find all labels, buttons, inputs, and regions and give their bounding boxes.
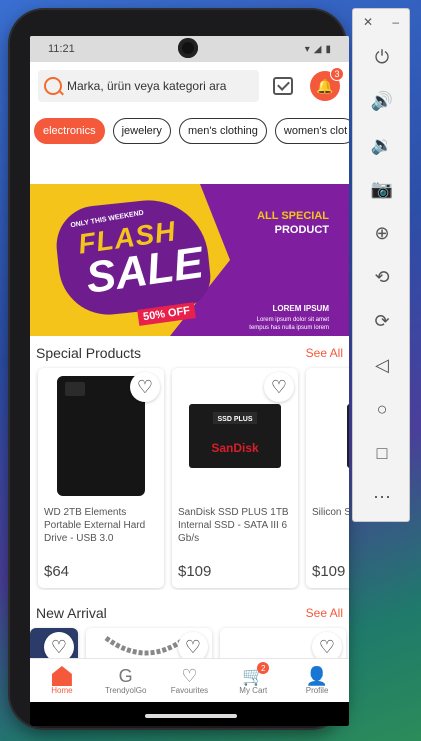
home-icon [51, 666, 72, 686]
nav-label: Favourites [170, 686, 209, 695]
camera-cutout [178, 38, 198, 58]
toolbar-window-controls: ✕ – [353, 9, 409, 35]
svg-text:SSD PLUS: SSD PLUS [217, 416, 252, 423]
more-icon[interactable]: ⋯ [353, 475, 411, 519]
status-bar: 11:21 ▾ ◢ ▮ [30, 36, 349, 62]
new-arrival-header: New Arrival See All [30, 600, 349, 626]
special-products-list: ♡ WD 2TB Elements Portable External Hard… [30, 366, 349, 590]
chip-womens-clothing[interactable]: women's clot [274, 118, 349, 144]
person-icon: 👤 [305, 666, 329, 686]
overview-square-icon[interactable]: □ [353, 431, 411, 475]
special-products-header: Special Products See All [30, 340, 349, 366]
flash-sale-banner[interactable]: ONLY THIS WEEKEND FLASH SALE 50% OFF ALL… [30, 184, 349, 336]
battery-icon: ▮ [325, 43, 331, 55]
favourite-heart-icon[interactable]: ♡ [264, 372, 294, 402]
section-title: Special Products [36, 345, 142, 361]
favourite-heart-icon[interactable]: ♡ [130, 372, 160, 402]
notification-badge: 3 [330, 67, 344, 81]
nav-my-cart[interactable]: 🛒 2 My Cart [223, 662, 283, 695]
home-gesture-pill[interactable] [145, 714, 237, 718]
search-placeholder: Marka, ürün veya kategori ara [67, 79, 227, 93]
nav-favourites[interactable]: ♡ Favourites [159, 666, 219, 695]
rotate-left-icon[interactable]: ⟲ [353, 255, 411, 299]
search-icon [44, 77, 62, 95]
wifi-icon: ▾ [304, 43, 310, 55]
product-price: $64 [44, 563, 70, 580]
status-time: 11:21 [48, 43, 75, 55]
see-all-link[interactable]: See All [306, 346, 343, 360]
product-image [312, 374, 349, 498]
app-screen: 11:21 ▾ ◢ ▮ Marka, ürün veya kategori ar… [30, 36, 349, 726]
cart-badge: 2 [257, 662, 270, 674]
signal-icon: ◢ [313, 43, 322, 55]
rotate-right-icon[interactable]: ⟳ [353, 299, 411, 343]
search-row: Marka, ürün veya kategori ara 🔔 3 [30, 62, 349, 110]
nav-profile[interactable]: 👤 Profile [287, 666, 347, 695]
gesture-bar [30, 702, 349, 726]
bottom-navigation: Home G TrendyolGo ♡ Favourites 🛒 2 My Ca… [30, 658, 349, 702]
product-card[interactable]: ♡ WD 2TB Elements Portable External Hard… [38, 368, 164, 588]
g-icon: G [118, 666, 133, 686]
search-input[interactable]: Marka, ürün veya kategori ara [38, 70, 259, 102]
volume-down-icon[interactable]: 🔉 [353, 123, 411, 167]
product-title: WD 2TB Elements Portable External Hard D… [44, 507, 146, 544]
product-price: $109 [312, 563, 346, 580]
bell-icon: 🔔 3 [310, 67, 344, 101]
chip-jewelery[interactable]: jewelery [112, 118, 171, 144]
section-title: New Arrival [36, 605, 107, 621]
nav-label: TrendyolGo [104, 686, 147, 695]
chip-electronics[interactable]: electronics [34, 118, 105, 144]
camera-icon[interactable]: 📷 [353, 167, 411, 211]
product-card[interactable]: ♡ SSD PLUS SanDisk SanDisk SSD PLUS 1TB … [172, 368, 298, 588]
emulator-toolbar: ✕ – ⏻ 🔊 🔉 📷 ⊕ ⟲ ⟳ ◁ ○ □ ⋯ [352, 8, 410, 522]
nav-label: My Cart [239, 686, 268, 695]
home-circle-icon[interactable]: ○ [353, 387, 411, 431]
banner-lorem-text: Lorem ipsum dolor sit amet tempus has nu… [249, 317, 329, 331]
product-title: SanDisk SSD PLUS 1TB Internal SSD - SATA… [178, 507, 289, 544]
status-icons: ▾ ◢ ▮ [305, 44, 331, 55]
see-all-link[interactable]: See All [306, 606, 343, 620]
power-icon[interactable]: ⏻ [353, 35, 411, 79]
phone-frame: 11:21 ▾ ◢ ▮ Marka, ürün veya kategori ar… [10, 10, 349, 728]
nav-label: Profile [305, 686, 329, 695]
zoom-icon[interactable]: ⊕ [353, 211, 411, 255]
nav-home[interactable]: Home [32, 666, 92, 695]
product-title: Silicon SSD 3D Cache [312, 507, 349, 518]
category-chips: electronics jewelery men's clothing wome… [30, 110, 349, 150]
mail-icon [273, 77, 293, 95]
messages-button[interactable] [265, 68, 301, 104]
product-price: $109 [178, 563, 212, 580]
notifications-button[interactable]: 🔔 3 [307, 67, 344, 104]
svg-text:SanDisk: SanDisk [211, 441, 259, 455]
back-icon[interactable]: ◁ [353, 343, 411, 387]
chip-mens-clothing[interactable]: men's clothing [178, 118, 267, 144]
nav-label: Home [51, 686, 73, 695]
minimize-icon[interactable]: – [392, 15, 399, 29]
heart-icon: ♡ [181, 666, 198, 686]
nav-trendyolgo[interactable]: G TrendyolGo [96, 666, 156, 695]
product-card[interactable]: Silicon SSD 3D Cache $109 [306, 368, 349, 588]
banner-lorem-title: LOREM IPSUM [272, 304, 329, 313]
close-icon[interactable]: ✕ [363, 15, 373, 29]
volume-up-icon[interactable]: 🔊 [353, 79, 411, 123]
banner-right-subtitle: PRODUCT [274, 224, 329, 236]
banner-right-title: ALL SPECIAL [257, 210, 329, 222]
